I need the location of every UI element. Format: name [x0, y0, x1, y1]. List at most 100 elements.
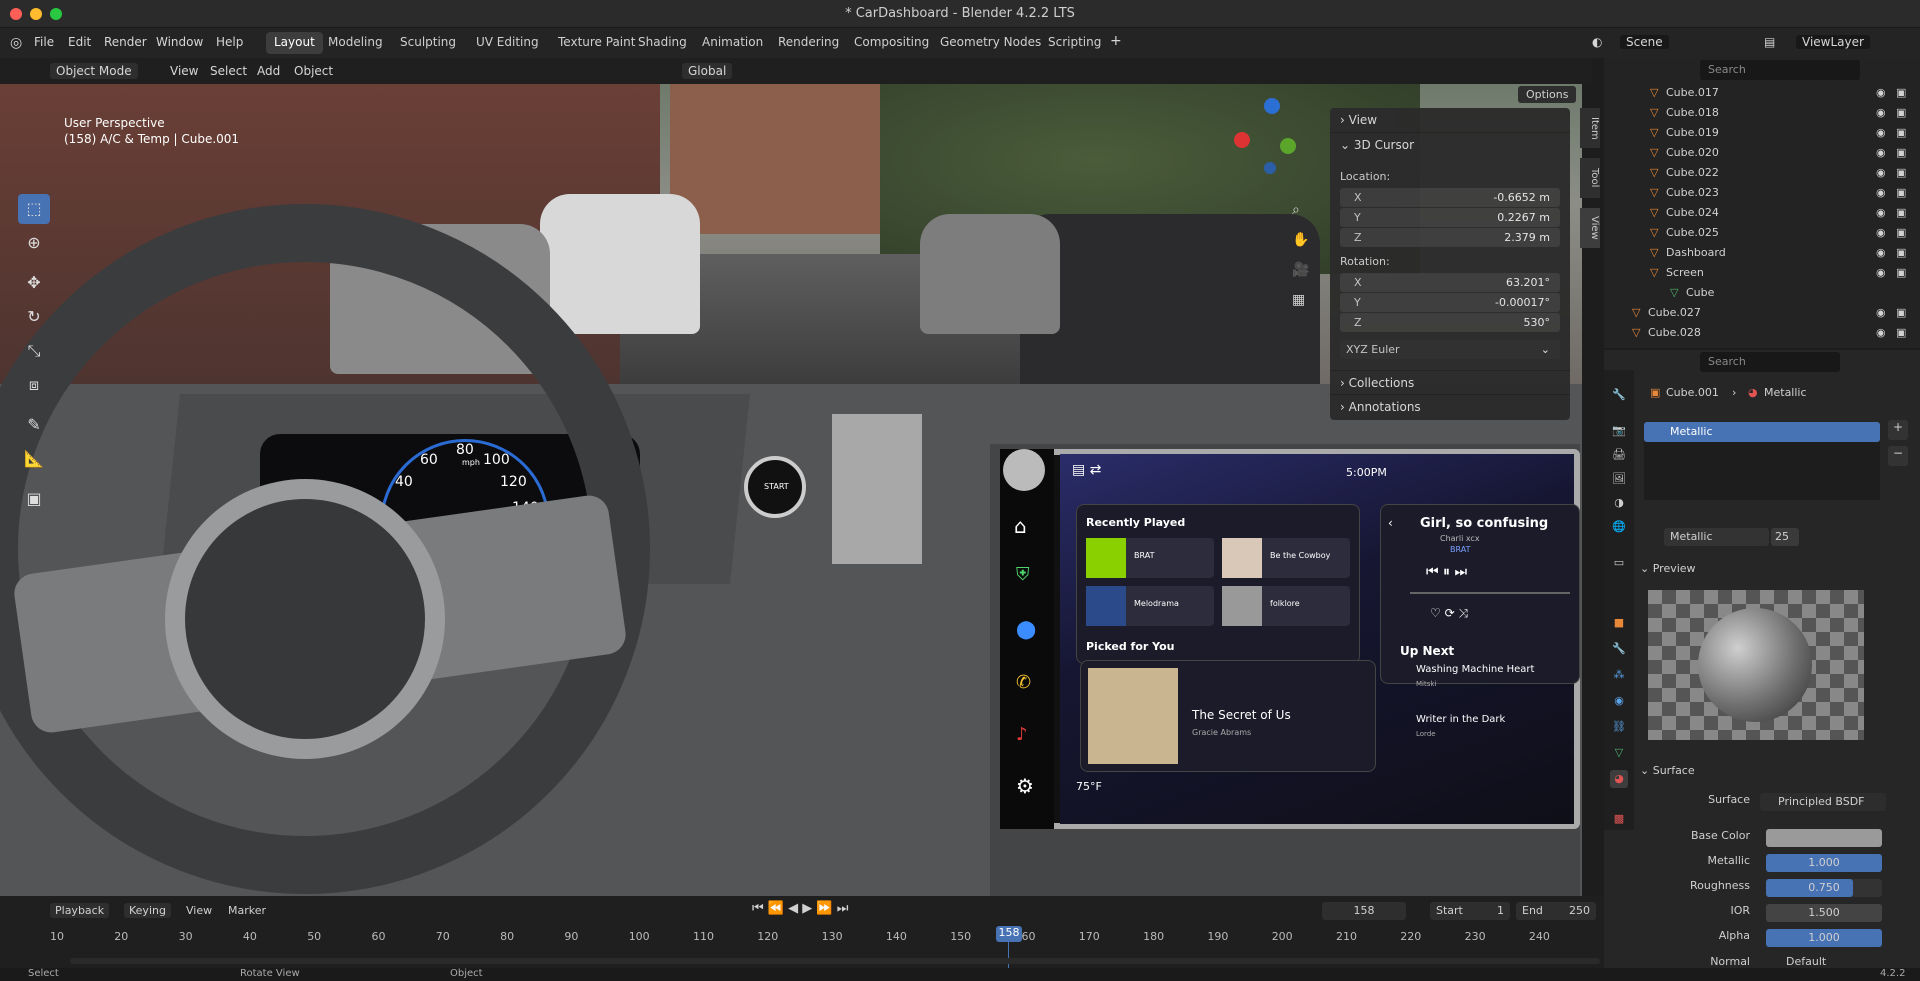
tab-layout[interactable]: Layout	[266, 32, 323, 54]
menu-object[interactable]: Object	[294, 64, 333, 78]
outliner-row[interactable]: ▽ Cube.028 ◉ ▣	[1604, 326, 1920, 346]
select-box-tool-icon[interactable]: ⬚	[18, 194, 50, 224]
menu-file[interactable]: File	[34, 35, 54, 49]
outliner-row[interactable]: ▽ Cube.017 ◉ ▣	[1604, 86, 1920, 106]
tab-rendering[interactable]: Rendering	[770, 32, 847, 54]
texture-props-icon[interactable]: ▩	[1610, 810, 1628, 828]
roughness-slider[interactable]: 0.750	[1766, 879, 1882, 897]
material-props-icon[interactable]: ◕	[1610, 770, 1628, 788]
render-camera-icon[interactable]: ▣	[1896, 86, 1906, 99]
output-props-icon[interactable]: 🖨	[1610, 446, 1628, 464]
outliner-search[interactable]: Search	[1700, 60, 1860, 80]
material-slot-metallic[interactable]: Metallic	[1644, 422, 1880, 442]
add-workspace-icon[interactable]: +	[1110, 33, 1122, 49]
gizmo-x-axis-icon[interactable]	[1234, 132, 1250, 148]
visibility-eye-icon[interactable]: ◉	[1876, 306, 1886, 319]
tab-sculpting[interactable]: Sculpting	[392, 32, 464, 54]
cursor-tool-icon[interactable]: ⊕	[18, 228, 50, 258]
outliner-row[interactable]: ▽ Cube.024 ◉ ▣	[1604, 206, 1920, 226]
base-color-swatch[interactable]	[1766, 829, 1882, 847]
playback-menu[interactable]: Playback	[50, 903, 110, 918]
menu-edit[interactable]: Edit	[68, 35, 91, 49]
render-camera-icon[interactable]: ▣	[1896, 106, 1906, 119]
menu-help[interactable]: Help	[216, 35, 243, 49]
rotation-z-field[interactable]: Z 530°	[1340, 313, 1560, 332]
collections-section-header[interactable]: › Collections	[1330, 370, 1570, 394]
outliner-row[interactable]: ▽ Cube.018 ◉ ▣	[1604, 106, 1920, 126]
playhead-frame-label[interactable]: 158	[996, 926, 1022, 942]
outliner-row[interactable]: ▽ Cube.019 ◉ ▣	[1604, 126, 1920, 146]
location-z-field[interactable]: Z 2.379 m	[1340, 228, 1560, 247]
timeline-scrollbar[interactable]	[70, 958, 1600, 964]
visibility-eye-icon[interactable]: ◉	[1876, 326, 1886, 339]
data-props-icon[interactable]: ▽	[1610, 744, 1628, 762]
material-slot-list[interactable]	[1644, 442, 1880, 500]
tab-tool[interactable]: Tool	[1580, 158, 1600, 198]
rotate-tool-icon[interactable]: ↻	[18, 302, 50, 332]
render-camera-icon[interactable]: ▣	[1896, 306, 1906, 319]
tab-uv-editing[interactable]: UV Editing	[468, 32, 547, 54]
grid-perspective-icon[interactable]: ▦	[1292, 292, 1305, 308]
outliner-row[interactable]: ▽ Cube.025 ◉ ▣	[1604, 226, 1920, 246]
measure-tool-icon[interactable]: 📐	[18, 444, 50, 474]
transform-tool-icon[interactable]: ⧈	[18, 370, 50, 400]
constraints-props-icon[interactable]: ⛓	[1610, 718, 1628, 736]
scale-tool-icon[interactable]: ⤡	[18, 336, 50, 366]
transform-orientation[interactable]: Global	[682, 63, 733, 79]
visibility-eye-icon[interactable]: ◉	[1876, 186, 1886, 199]
visibility-eye-icon[interactable]: ◉	[1876, 166, 1886, 179]
tool-props-icon[interactable]: 🔧	[1610, 386, 1628, 404]
playback-controls-icon[interactable]: ⏮ ⏪ ◀ ▶ ⏩ ⏭	[752, 901, 848, 916]
outliner-row[interactable]: ▽ Cube.023 ◉ ▣	[1604, 186, 1920, 206]
add-slot-button[interactable]: +	[1888, 420, 1908, 440]
properties-search[interactable]: Search	[1700, 352, 1840, 372]
navigation-gizmo[interactable]	[1234, 98, 1316, 180]
normal-value[interactable]: Default	[1786, 955, 1826, 968]
render-camera-icon[interactable]: ▣	[1896, 266, 1906, 279]
annotate-tool-icon[interactable]: ✎	[18, 410, 50, 440]
visibility-eye-icon[interactable]: ◉	[1876, 266, 1886, 279]
visibility-eye-icon[interactable]: ◉	[1876, 106, 1886, 119]
metallic-slider[interactable]: 1.000	[1766, 854, 1882, 872]
timeline-view-menu[interactable]: View	[186, 904, 212, 917]
scene-selector[interactable]: Scene	[1620, 35, 1669, 49]
visibility-eye-icon[interactable]: ◉	[1876, 246, 1886, 259]
material-name-field[interactable]: Metallic	[1664, 528, 1769, 546]
gizmo-y-axis-icon[interactable]	[1280, 138, 1296, 154]
render-camera-icon[interactable]: ▣	[1896, 326, 1906, 339]
collection-props-icon[interactable]: ▭	[1610, 554, 1628, 572]
add-cube-tool-icon[interactable]: ▣	[18, 484, 50, 514]
render-camera-icon[interactable]: ▣	[1896, 206, 1906, 219]
tab-geometry-nodes[interactable]: Geometry Nodes	[932, 32, 1049, 54]
visibility-eye-icon[interactable]: ◉	[1876, 206, 1886, 219]
outliner-row[interactable]: ▽ Cube.022 ◉ ▣	[1604, 166, 1920, 186]
3d-cursor-section-header[interactable]: ⌄ 3D Cursor	[1330, 132, 1570, 156]
options-button[interactable]: Options	[1518, 86, 1577, 103]
location-x-field[interactable]: X -0.6652 m	[1340, 188, 1560, 207]
current-frame-field[interactable]: 158	[1322, 902, 1406, 920]
visibility-eye-icon[interactable]: ◉	[1876, 126, 1886, 139]
move-tool-icon[interactable]: ✥	[18, 268, 50, 298]
blender-logo-icon[interactable]: ◎	[10, 35, 22, 51]
ior-field[interactable]: 1.500	[1766, 904, 1882, 922]
tab-view[interactable]: View	[1580, 208, 1600, 248]
outliner-row[interactable]: ▽ Screen ◉ ▣	[1604, 266, 1920, 286]
world-props-icon[interactable]: 🌐	[1610, 518, 1628, 536]
gizmo-z-axis-icon[interactable]	[1264, 98, 1280, 114]
visibility-eye-icon[interactable]: ◉	[1876, 146, 1886, 159]
render-camera-icon[interactable]: ▣	[1896, 146, 1906, 159]
location-y-field[interactable]: Y 0.2267 m	[1340, 208, 1560, 227]
tab-item[interactable]: Item	[1580, 108, 1600, 148]
outliner-row[interactable]: ▽ Dashboard ◉ ▣	[1604, 246, 1920, 266]
scene-props-icon[interactable]: ◑	[1610, 494, 1628, 512]
rotation-y-field[interactable]: Y -0.00017°	[1340, 293, 1560, 312]
tab-scripting[interactable]: Scripting	[1040, 32, 1109, 54]
outliner-row[interactable]: ▽ Cube	[1604, 286, 1920, 306]
menu-add[interactable]: Add	[257, 64, 280, 78]
render-props-icon[interactable]: 📷	[1610, 422, 1628, 440]
remove-slot-button[interactable]: −	[1888, 446, 1908, 466]
render-camera-icon[interactable]: ▣	[1896, 126, 1906, 139]
menu-view[interactable]: View	[170, 64, 198, 78]
surface-section-header[interactable]: ⌄ Surface	[1640, 764, 1910, 782]
render-camera-icon[interactable]: ▣	[1896, 166, 1906, 179]
